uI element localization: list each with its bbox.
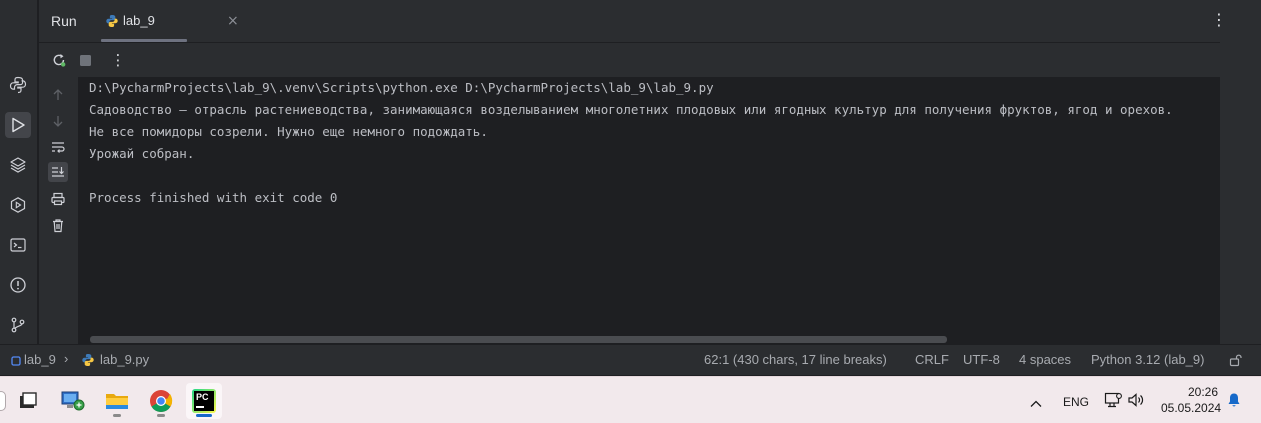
stop-button[interactable] xyxy=(76,51,94,69)
clock-time[interactable]: 20:26 xyxy=(1188,385,1218,399)
caret-position[interactable]: 62:1 (430 chars, 17 line breaks) xyxy=(704,352,887,367)
breadcrumb-chevron-icon: › xyxy=(64,351,69,366)
scroll-up-icon[interactable] xyxy=(48,85,68,105)
notifications-bell-icon[interactable] xyxy=(1227,392,1241,412)
running-indicator xyxy=(113,414,121,417)
console-line: Не все помидоры созрели. Нужно еще немно… xyxy=(89,124,488,139)
tab-close-icon[interactable]: × xyxy=(227,13,239,29)
breadcrumb-project[interactable]: lab_9 xyxy=(24,352,56,367)
python-console-icon[interactable] xyxy=(7,74,29,96)
input-language[interactable]: ENG xyxy=(1063,395,1089,409)
network-icon[interactable] xyxy=(1104,392,1122,412)
file-encoding[interactable]: UTF-8 xyxy=(963,352,1000,367)
chrome-icon[interactable] xyxy=(143,383,179,419)
console-line: Process finished with exit code 0 xyxy=(89,190,338,205)
print-icon[interactable] xyxy=(48,189,68,209)
line-separator[interactable]: CRLF xyxy=(915,352,949,367)
run-toolbar: ⋮ xyxy=(39,43,1220,77)
breadcrumb-file[interactable]: lab_9.py xyxy=(100,352,149,367)
scroll-to-end-icon[interactable] xyxy=(48,162,68,182)
module-icon xyxy=(11,354,21,369)
show-hidden-icons-chevron-icon[interactable] xyxy=(1030,394,1042,413)
pycharm-icon[interactable]: PC xyxy=(186,383,222,419)
horizontal-scrollbar[interactable] xyxy=(90,336,947,343)
python-file-icon xyxy=(81,353,95,370)
indent-setting[interactable]: 4 spaces xyxy=(1019,352,1071,367)
python-interpreter[interactable]: Python 3.12 (lab_9) xyxy=(1091,352,1204,367)
python-file-icon xyxy=(105,13,119,32)
more-actions-icon[interactable]: ⋮ xyxy=(109,51,127,69)
network-settings-app-icon[interactable] xyxy=(55,383,91,419)
pycharm-badge-underline xyxy=(196,406,204,408)
volume-icon[interactable] xyxy=(1127,392,1145,412)
services-icon[interactable] xyxy=(7,194,29,216)
file-explorer-icon[interactable] xyxy=(99,383,135,419)
git-icon[interactable] xyxy=(7,314,29,336)
clear-all-icon[interactable] xyxy=(48,215,68,235)
tool-window-title: Run xyxy=(51,13,77,29)
left-tool-strip xyxy=(0,0,38,344)
console-output[interactable]: D:\PycharmProjects\lab_9\.venv\Scripts\p… xyxy=(78,77,1220,344)
windows-taskbar: PC ENG 20:26 05.05.2024 xyxy=(0,376,1261,423)
running-indicator xyxy=(157,414,165,417)
console-line: Садоводство — отрасль растениеводства, з… xyxy=(89,102,1173,117)
search-icon[interactable] xyxy=(0,391,6,411)
right-edge-strip xyxy=(1220,0,1261,344)
problems-icon[interactable] xyxy=(7,274,29,296)
terminal-icon[interactable] xyxy=(7,234,29,256)
task-view-icon[interactable] xyxy=(10,383,46,419)
lock-icon[interactable] xyxy=(1229,353,1243,370)
console-line: Урожай собран. xyxy=(89,146,195,161)
status-bar: lab_9 › lab_9.py 62:1 (430 chars, 17 lin… xyxy=(0,344,1261,375)
clock-date[interactable]: 05.05.2024 xyxy=(1161,401,1221,415)
tab-label: lab_9 xyxy=(123,13,155,28)
rerun-button[interactable] xyxy=(50,51,68,69)
tab-lab-9[interactable]: lab_9 × xyxy=(101,0,239,42)
run-tool-icon[interactable] xyxy=(5,112,31,138)
run-window-header: Run lab_9 × ⋮ xyxy=(39,0,1261,42)
soft-wrap-icon[interactable] xyxy=(48,137,68,157)
active-indicator xyxy=(196,414,212,417)
console-line: D:\PycharmProjects\lab_9\.venv\Scripts\p… xyxy=(89,80,714,95)
scroll-down-icon[interactable] xyxy=(48,111,68,131)
pycharm-badge-text: PC xyxy=(196,392,209,402)
console-side-toolbar xyxy=(39,77,77,344)
layers-icon[interactable] xyxy=(7,154,29,176)
